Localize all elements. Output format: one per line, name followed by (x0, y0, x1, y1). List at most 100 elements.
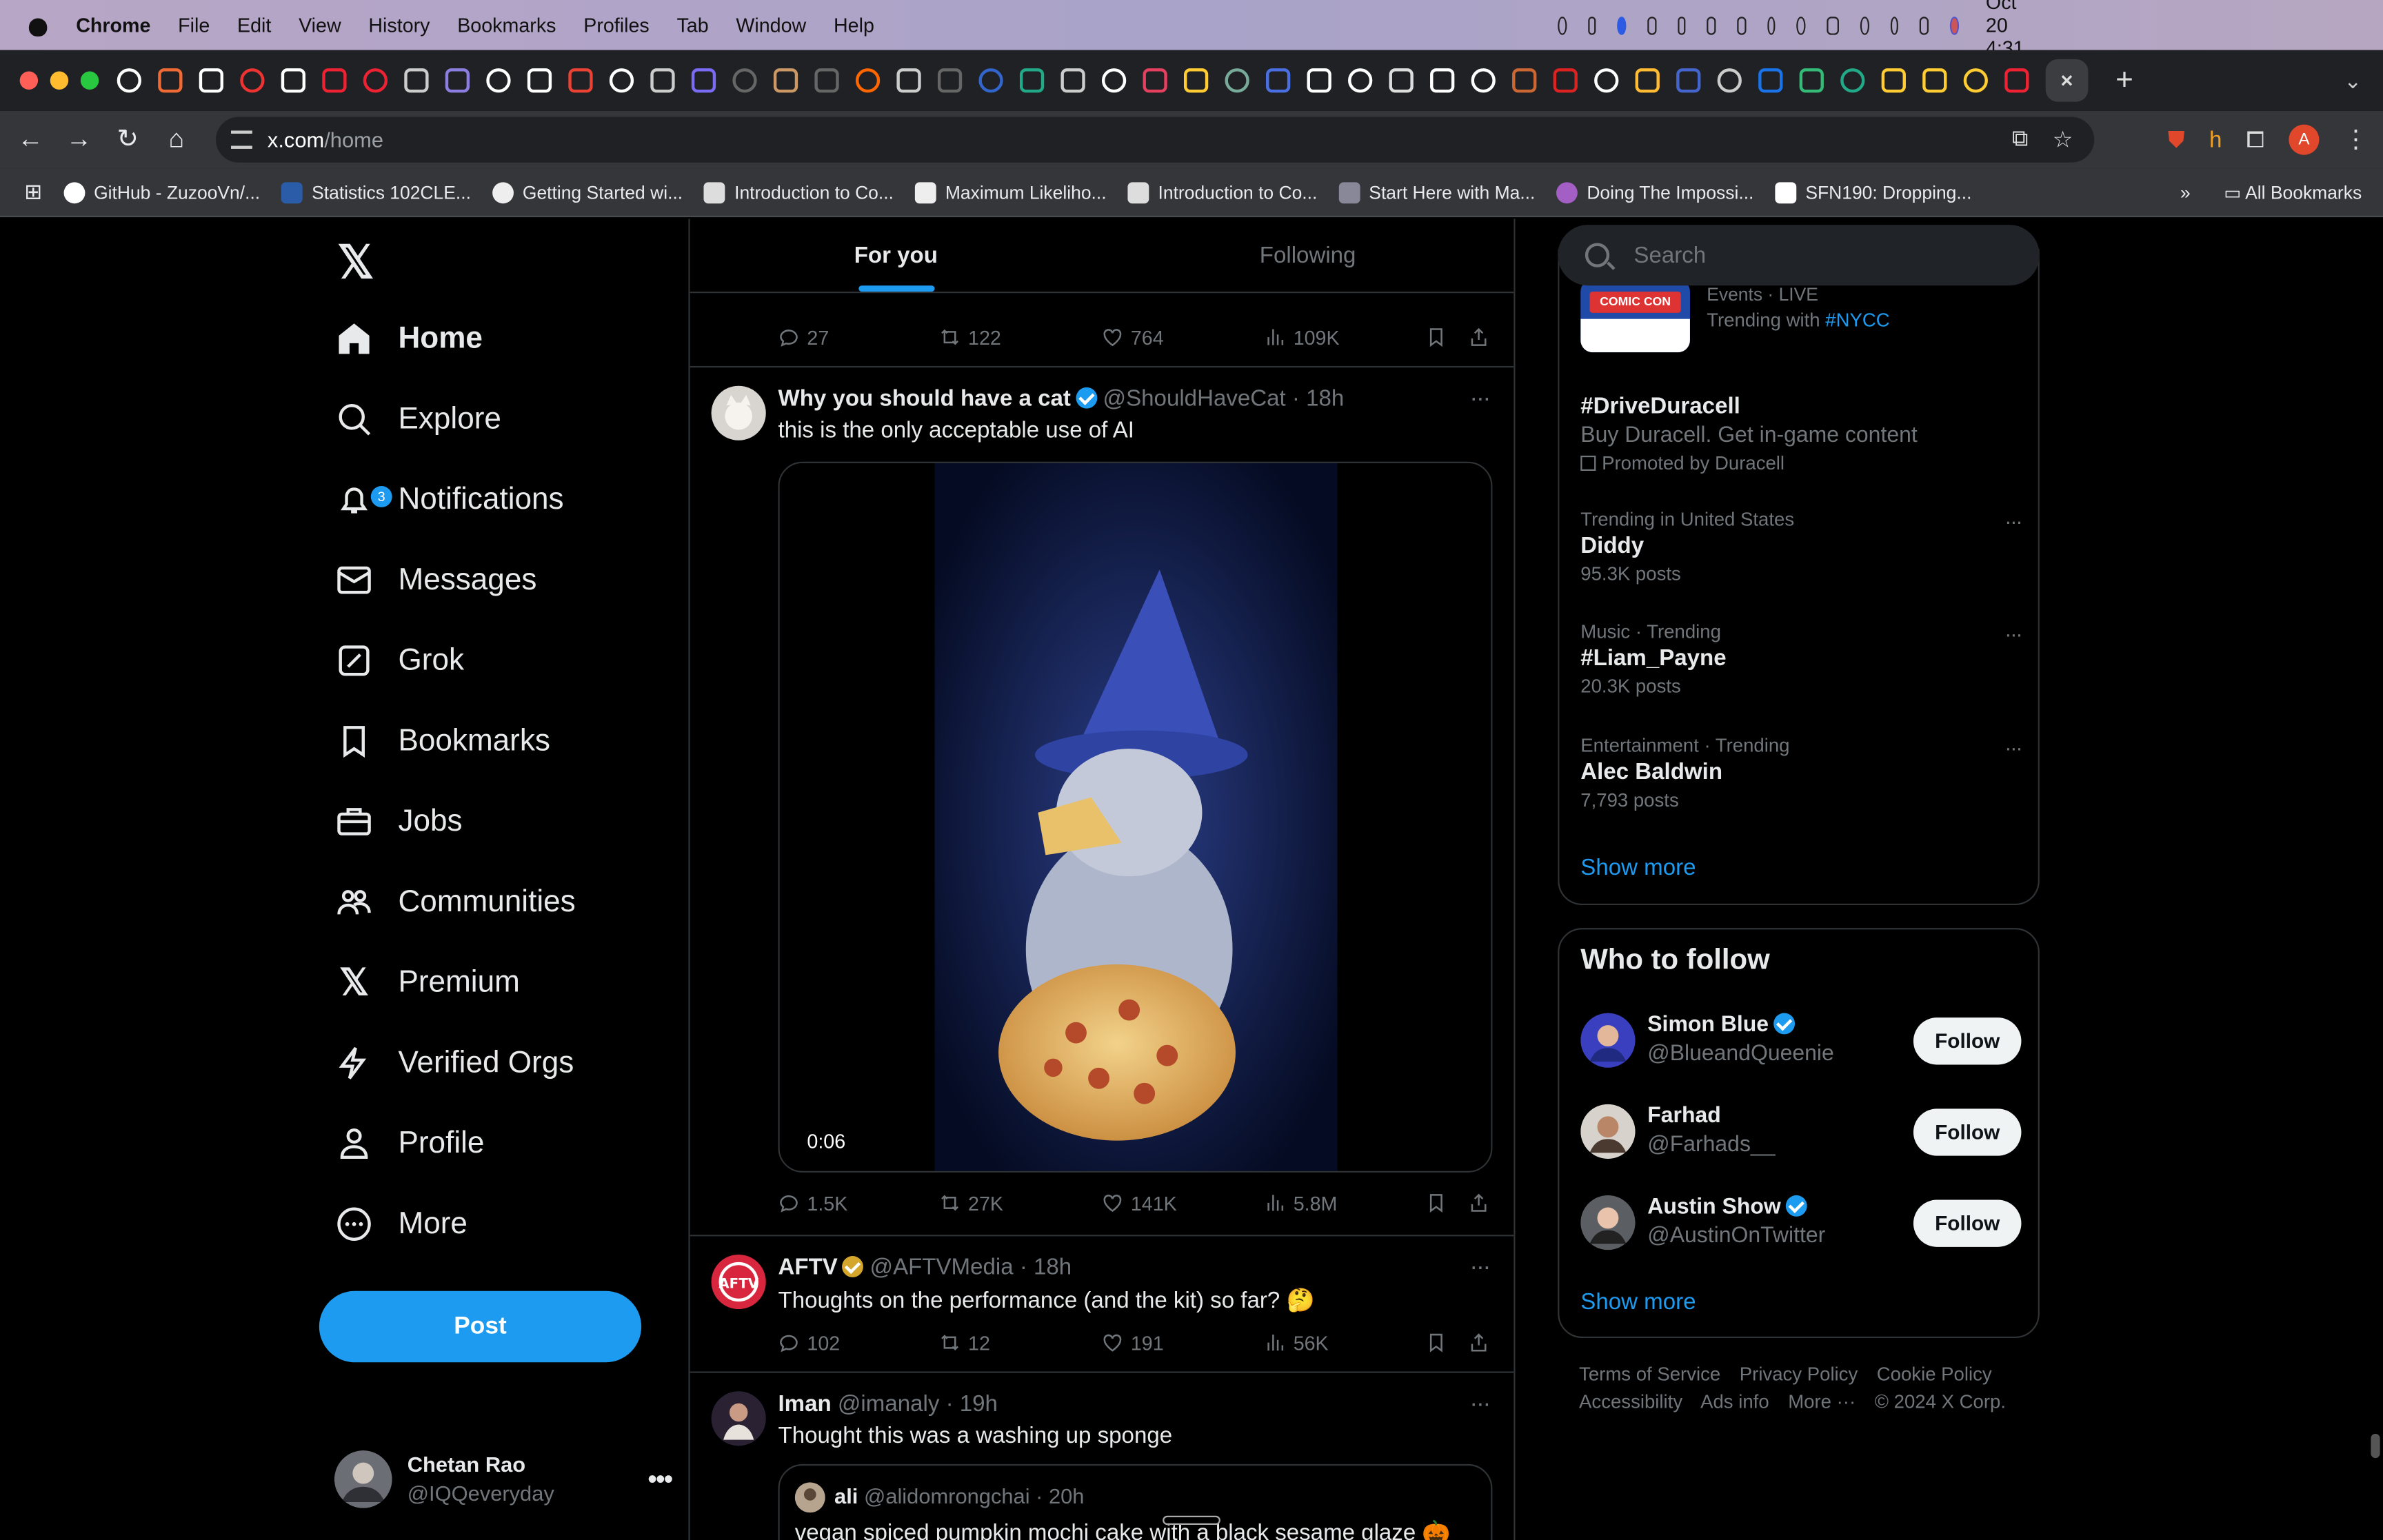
tab-favicon[interactable] (937, 68, 963, 93)
tab-favicon[interactable] (445, 68, 470, 93)
play-icon[interactable] (1796, 16, 1806, 34)
more-bookmarks-chevron-icon[interactable]: » (2180, 181, 2191, 203)
menu-help[interactable]: Help (834, 14, 874, 37)
tweet-author-handle[interactable]: @AFTVMedia (870, 1255, 1014, 1280)
trends-show-more-link[interactable]: Show more (1580, 855, 1696, 880)
control-center-icon[interactable] (1920, 16, 1929, 34)
tweet-avatar[interactable] (711, 385, 766, 440)
trend-more-icon[interactable]: ··· (2004, 735, 2022, 759)
follow-button[interactable]: Follow (1913, 1108, 2022, 1155)
tab-favicon[interactable] (1225, 68, 1249, 93)
tab-favicon[interactable] (650, 68, 675, 93)
tab-favicon[interactable] (1840, 68, 1865, 93)
trend-item[interactable]: Music · Trending #Liam_Payne 20.3K posts… (1580, 621, 2022, 697)
nav-profile[interactable]: Profile (334, 1113, 484, 1174)
tweet-author-handle[interactable]: @ShouldHaveCat (1103, 386, 1286, 412)
tab-favicon[interactable] (1799, 68, 1824, 93)
tab-favicon[interactable] (773, 68, 798, 93)
tweet-more-icon[interactable]: ··· (1469, 1255, 1491, 1282)
tab-favicon[interactable] (1430, 68, 1455, 93)
tweet-author-name[interactable]: Why you should have a cat (778, 386, 1070, 412)
tab-favicon[interactable] (1963, 68, 1988, 93)
new-tab-button[interactable]: + (2115, 63, 2133, 98)
tab-favicon[interactable] (1143, 68, 1167, 93)
tweet[interactable]: Iman @imanaly · 19h ··· Thought this was… (690, 1373, 1514, 1540)
battery-icon[interactable] (1827, 16, 1839, 34)
image-icon[interactable] (1707, 16, 1716, 34)
menu-file[interactable]: File (178, 14, 210, 37)
kebab-menu-icon[interactable]: ⋮ (2344, 125, 2368, 155)
tab-favicon[interactable] (1922, 68, 1947, 93)
promoted-trend[interactable]: #DriveDuracell Buy Duracell. Get in-game… (1580, 390, 2021, 474)
tab-favicon[interactable] (1060, 68, 1085, 93)
tab-favicon[interactable] (1101, 68, 1127, 93)
repost-button[interactable]: 12 (939, 1331, 1102, 1354)
menu-tab[interactable]: Tab (676, 14, 708, 37)
like-button[interactable]: 764 (1102, 326, 1265, 349)
tab-favicon[interactable] (363, 68, 388, 93)
post-button[interactable]: Post (319, 1290, 642, 1363)
back-icon[interactable]: ← (6, 125, 55, 155)
shield-extension-icon[interactable]: ⛊ (2168, 127, 2185, 152)
tab-following[interactable]: Following (1102, 219, 1514, 292)
account-switcher[interactable]: Chetan Rao @IQQeveryday ••• (334, 1443, 681, 1516)
tweet-author-name[interactable]: AFTV (778, 1255, 837, 1280)
aftv-avatar[interactable]: AFTV (711, 1254, 766, 1310)
tab-favicon[interactable] (1881, 68, 1906, 93)
tab-favicon[interactable] (896, 68, 921, 93)
account-more-icon[interactable]: ••• (647, 1463, 673, 1495)
apps-grid-icon[interactable]: ⊞ (24, 179, 42, 205)
menu-app-chrome[interactable]: Chrome (76, 14, 150, 37)
wifi-icon[interactable] (1860, 16, 1869, 34)
tab-search-chevron-icon[interactable]: ⌄ (2344, 68, 2362, 93)
menu-history[interactable]: History (368, 14, 430, 37)
paperclip-icon[interactable] (1737, 16, 1746, 34)
tab-favicon[interactable] (814, 68, 839, 93)
nav-explore[interactable]: Explore (334, 389, 501, 449)
tab-favicon[interactable] (691, 68, 716, 93)
nav-bookmarks[interactable]: Bookmarks (334, 711, 550, 771)
tab-favicon[interactable] (1676, 68, 1701, 93)
tab-favicon[interactable] (1471, 68, 1496, 93)
nav-messages[interactable]: Messages (334, 550, 536, 611)
comic-con-thumbnail[interactable]: COMIC CON (1580, 279, 1690, 353)
nav-more[interactable]: More (334, 1194, 467, 1255)
zoom-window-button[interactable] (80, 71, 99, 90)
trend-more-icon[interactable]: ··· (2004, 509, 2022, 533)
menu-profiles[interactable]: Profiles (583, 14, 650, 37)
repost-button[interactable]: 122 (939, 326, 1102, 349)
bookmark-tweet-button[interactable] (1425, 327, 1468, 348)
tab-favicon[interactable] (1389, 68, 1414, 93)
nav-premium[interactable]: 𝕏 Premium (334, 952, 520, 1013)
tab-favicon[interactable] (322, 68, 347, 93)
nav-notifications[interactable]: 3 Notifications (334, 469, 564, 530)
share-button[interactable] (1468, 1332, 1489, 1353)
tab-favicon[interactable] (240, 68, 265, 93)
status-tool-icon[interactable] (1647, 16, 1656, 34)
focus-icon[interactable] (1767, 16, 1776, 34)
trend-item[interactable]: Trending in United States Diddy 95.3K po… (1580, 509, 2022, 585)
menu-edit[interactable]: Edit (237, 14, 271, 37)
like-button[interactable]: 191 (1102, 1331, 1265, 1354)
page-scrollbar[interactable] (2371, 1433, 2380, 1459)
tab-favicon[interactable] (1512, 68, 1537, 93)
tab-favicon[interactable] (732, 68, 757, 93)
tweet[interactable]: AFTV AFTV @AFTVMedia · 18h ··· Thoughts … (690, 1236, 1514, 1373)
nav-jobs[interactable]: Jobs (334, 791, 463, 852)
reply-button[interactable]: 27 (778, 326, 939, 349)
tab-favicon[interactable] (609, 68, 634, 93)
share-button[interactable] (1468, 1193, 1489, 1214)
tab-favicon[interactable] (404, 68, 429, 93)
tweet-time[interactable]: · 19h (946, 1391, 998, 1417)
tab-favicon[interactable] (568, 68, 593, 93)
tweet-author-handle[interactable]: @imanaly (838, 1391, 940, 1417)
menu-bookmarks[interactable]: Bookmarks (457, 14, 556, 37)
tab-for-you[interactable]: For you (690, 219, 1102, 292)
bookmark-item[interactable]: GitHub - ZuzooVn/... (63, 181, 260, 203)
bookmark-item[interactable]: Statistics 102CLE... (281, 181, 471, 203)
bookmark-item[interactable]: Maximum Likelihо... (914, 181, 1107, 203)
bookmark-item[interactable]: Doing The Impossi... (1556, 181, 1753, 203)
footer-link[interactable]: Accessibility (1579, 1391, 1682, 1412)
search-input[interactable]: Search (1558, 225, 2040, 286)
tweet-video[interactable]: 0:06 (778, 461, 1493, 1173)
